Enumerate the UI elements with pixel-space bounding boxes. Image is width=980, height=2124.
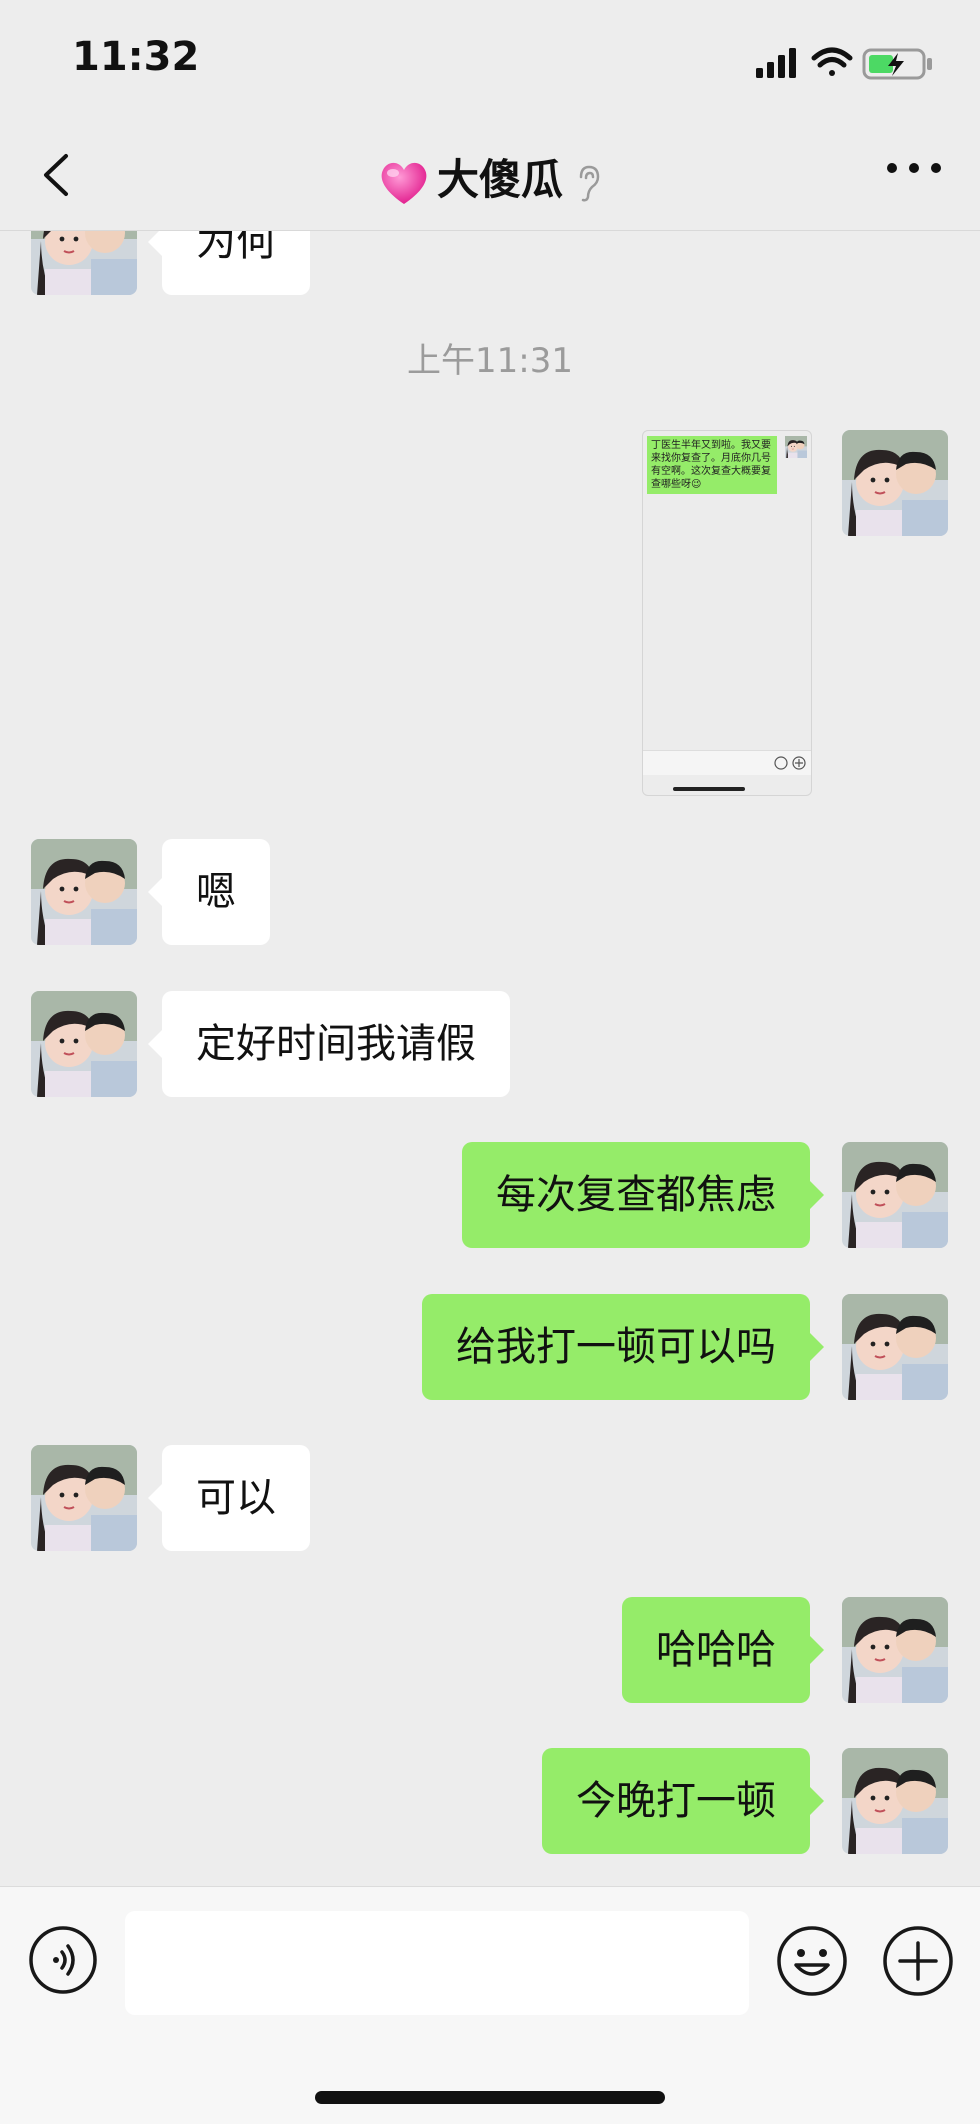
received-message-bubble[interactable]: 为何 xyxy=(148,231,310,295)
screenshot-home-indicator xyxy=(673,787,745,791)
screenshot-emoji-plus-icons xyxy=(774,756,806,770)
message-text: 可以 xyxy=(196,1475,276,1521)
home-indicator xyxy=(315,2091,665,2104)
contact-avatar[interactable] xyxy=(31,231,137,295)
status-time: 11:32 xyxy=(72,34,200,80)
screenshot-message-text: 丁医生半年又到啦。我又要来找你复查了。月底你几号有空啊。这次复查大概要复查哪些呀… xyxy=(647,436,777,494)
contact-avatar[interactable] xyxy=(31,1445,137,1551)
chat-title-text: 大傻瓜 xyxy=(436,155,563,204)
my-avatar[interactable] xyxy=(842,430,948,536)
chat-header: 大傻瓜 xyxy=(0,120,980,231)
chat-messages-area[interactable]: 为何 上午11:31 丁医生半年又到啦。我又要来找你复查了。月底你几号有空啊。这… xyxy=(0,231,980,1886)
message-text: 今晚打一顿 xyxy=(576,1778,776,1824)
more-options-icon[interactable] xyxy=(886,158,942,178)
status-bar: 11:32 xyxy=(0,0,980,120)
my-avatar[interactable] xyxy=(842,1142,948,1248)
message-text: 哈哈哈 xyxy=(656,1627,776,1673)
received-message-bubble[interactable]: 可以 xyxy=(148,1445,310,1551)
message-text: 嗯 xyxy=(196,869,236,915)
signal-icon xyxy=(756,48,796,78)
sent-message-bubble[interactable]: 哈哈哈 xyxy=(622,1597,824,1703)
ear-icon xyxy=(579,165,600,201)
message-text: 给我打一顿可以吗 xyxy=(456,1324,776,1370)
sent-message-bubble[interactable]: 给我打一顿可以吗 xyxy=(422,1294,824,1400)
contact-avatar[interactable] xyxy=(31,991,137,1097)
received-message-bubble[interactable]: 定好时间我请假 xyxy=(148,991,510,1097)
chat-title: 大傻瓜 xyxy=(0,146,980,208)
voice-input-icon[interactable] xyxy=(28,1925,98,1995)
message-text: 为何 xyxy=(196,231,276,265)
my-avatar[interactable] xyxy=(842,1748,948,1854)
sent-screenshot-image[interactable]: 丁医生半年又到啦。我又要来找你复查了。月底你几号有空啊。这次复查大概要复查哪些呀… xyxy=(642,430,812,796)
sent-message-bubble[interactable]: 每次复查都焦虑 xyxy=(462,1142,824,1248)
battery-charging-icon xyxy=(862,48,932,80)
plus-more-icon[interactable] xyxy=(882,1925,954,1997)
my-avatar[interactable] xyxy=(842,1597,948,1703)
emoji-icon[interactable] xyxy=(776,1925,848,1997)
received-message-bubble[interactable]: 嗯 xyxy=(148,839,270,945)
message-timestamp: 上午11:31 xyxy=(407,341,573,381)
my-avatar[interactable] xyxy=(842,1294,948,1400)
message-text: 每次复查都焦虑 xyxy=(496,1172,776,1218)
status-icons xyxy=(756,47,932,80)
wifi-icon xyxy=(811,47,853,76)
pink-heart-icon xyxy=(381,162,427,204)
screenshot-avatar xyxy=(785,436,807,458)
message-text-input[interactable] xyxy=(125,1911,749,2015)
sent-message-bubble[interactable]: 今晚打一顿 xyxy=(542,1748,824,1854)
message-input-bar xyxy=(0,1886,980,2124)
contact-avatar[interactable] xyxy=(31,839,137,945)
message-text: 定好时间我请假 xyxy=(196,1021,476,1067)
